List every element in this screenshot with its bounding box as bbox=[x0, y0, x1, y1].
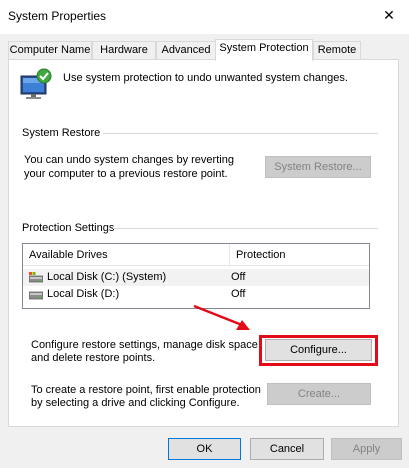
configure-description-line2: and delete restore points. bbox=[31, 352, 156, 364]
title-bar: System Properties ✕ bbox=[0, 0, 409, 34]
create-description-line1: To create a restore point, first enable … bbox=[31, 384, 261, 396]
drive-icon bbox=[29, 291, 43, 300]
tab-hardware[interactable]: Hardware bbox=[92, 41, 156, 60]
drive-row-c[interactable]: Local Disk (C:) (System) Off bbox=[23, 269, 369, 286]
dialog-footer: OK Cancel Apply bbox=[0, 427, 409, 468]
tab-label: Computer Name bbox=[9, 44, 91, 56]
system-properties-window: System Properties ✕ Computer Name Hardwa… bbox=[0, 0, 409, 468]
tab-remote[interactable]: Remote bbox=[313, 41, 361, 60]
tab-computer-name[interactable]: Computer Name bbox=[8, 41, 92, 60]
ok-button[interactable]: OK bbox=[168, 438, 241, 460]
system-restore-description-line2: your computer to a previous restore poin… bbox=[24, 168, 228, 180]
tab-label: Remote bbox=[317, 44, 357, 56]
drive-name: Local Disk (C:) (System) bbox=[47, 271, 167, 283]
configure-description-line1: Configure restore settings, manage disk … bbox=[31, 339, 261, 351]
system-restore-button[interactable]: System Restore... bbox=[265, 156, 371, 178]
create-button[interactable]: Create... bbox=[267, 383, 371, 405]
close-icon: ✕ bbox=[383, 6, 395, 23]
close-button[interactable]: ✕ bbox=[369, 0, 409, 30]
tab-advanced[interactable]: Advanced bbox=[156, 41, 216, 60]
drives-list[interactable]: Available Drives Protection Local Disk (… bbox=[22, 243, 370, 309]
tab-label: Hardware bbox=[100, 44, 148, 56]
protection-settings-group-label: Protection Settings bbox=[22, 222, 115, 234]
column-header-available-drives[interactable]: Available Drives bbox=[23, 244, 229, 266]
tab-label: Advanced bbox=[161, 44, 211, 56]
tab-system-protection[interactable]: System Protection bbox=[215, 39, 313, 61]
system-drive-icon bbox=[29, 272, 43, 283]
drive-row-d[interactable]: Local Disk (D:) Off bbox=[23, 286, 369, 303]
intro-text: Use system protection to undo unwanted s… bbox=[63, 72, 348, 84]
create-description-line2: by selecting a drive and clicking Config… bbox=[31, 397, 240, 409]
drives-list-header: Available Drives Protection bbox=[23, 244, 369, 266]
system-protection-icon bbox=[20, 68, 52, 99]
cancel-button[interactable]: Cancel bbox=[250, 438, 324, 460]
drive-protection-status: Off bbox=[231, 271, 246, 283]
divider bbox=[113, 228, 378, 229]
configure-button[interactable]: Configure... bbox=[265, 339, 372, 361]
column-header-protection[interactable]: Protection bbox=[230, 244, 369, 266]
drive-protection-status: Off bbox=[231, 288, 246, 300]
window-title: System Properties bbox=[8, 9, 107, 23]
apply-button[interactable]: Apply bbox=[331, 438, 402, 460]
divider bbox=[103, 133, 378, 134]
system-restore-group-label: System Restore bbox=[22, 127, 101, 139]
system-restore-description-line1: You can undo system changes by reverting bbox=[24, 154, 234, 166]
tab-label: System Protection bbox=[219, 42, 309, 54]
drive-name: Local Disk (D:) bbox=[47, 288, 120, 300]
annotation-arrow-icon bbox=[193, 304, 250, 330]
